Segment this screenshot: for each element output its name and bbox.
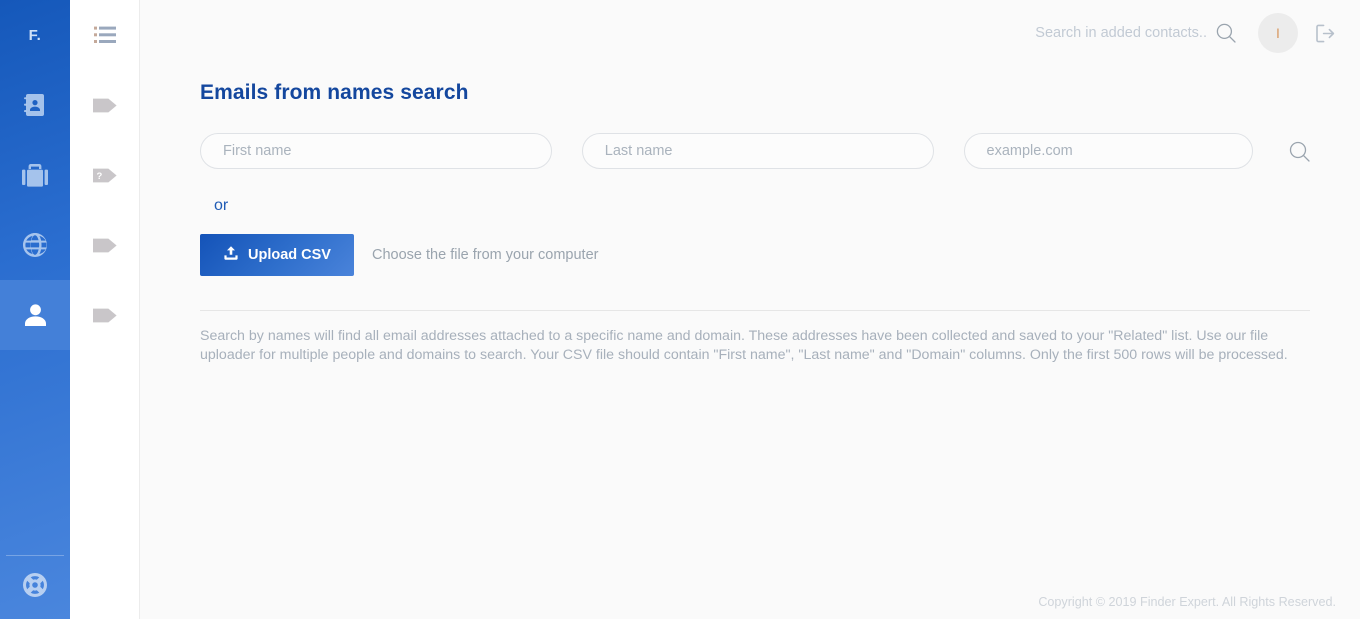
sidebar-item-companies[interactable]	[0, 140, 70, 210]
domain-input[interactable]	[963, 133, 1253, 169]
upload-icon	[223, 245, 239, 265]
search-icon[interactable]	[1216, 23, 1236, 43]
svg-text:?: ?	[96, 171, 102, 182]
upload-csv-label: Upload CSV	[248, 247, 331, 263]
sidebar-item-contacts[interactable]	[0, 70, 70, 140]
section-divider	[200, 310, 1310, 311]
last-name-input[interactable]	[581, 133, 934, 169]
footer: Copyright © 2019 Finder Expert. All Righ…	[140, 585, 1360, 619]
list-icon	[93, 26, 116, 44]
avatar-initial: I	[1276, 25, 1280, 41]
primary-sidebar: F.	[0, 0, 70, 619]
address-book-icon	[24, 93, 46, 117]
sidebar-item-support[interactable]	[0, 556, 70, 619]
top-bar: I	[140, 0, 1360, 66]
header-search	[1011, 23, 1236, 43]
search-input[interactable]	[1011, 25, 1207, 41]
upload-row: Upload CSV Choose the file from your com…	[200, 234, 1310, 276]
secondary-sidebar: ?	[70, 0, 140, 619]
upload-csv-button[interactable]: Upload CSV	[200, 234, 354, 276]
or-label: or	[214, 197, 229, 214]
main-area: I Emails from names search	[140, 0, 1360, 619]
tag-icon	[92, 97, 117, 114]
page-content: Emails from names search or	[140, 66, 1360, 585]
tag-item-4[interactable]	[70, 280, 139, 350]
tag-item-2[interactable]: ?	[70, 140, 139, 210]
tag-item-1[interactable]	[70, 70, 139, 140]
list-menu-button[interactable]	[70, 0, 139, 70]
logout-icon[interactable]	[1316, 24, 1335, 43]
name-search-form	[200, 133, 1310, 169]
description-text: Search by names will find all email addr…	[200, 328, 1288, 364]
search-submit-icon[interactable]	[1289, 141, 1310, 162]
tag-icon	[92, 237, 117, 254]
first-name-input[interactable]	[200, 133, 552, 169]
primary-sidebar-items	[0, 70, 70, 350]
copyright-text: Copyright © 2019 Finder Expert. All Righ…	[1038, 595, 1336, 609]
upload-hint: Choose the file from your computer	[372, 247, 599, 263]
tag-icon	[92, 307, 117, 324]
tag-item-3[interactable]	[70, 210, 139, 280]
page-title: Emails from names search	[200, 81, 469, 104]
app-root: F. ? Search in added contacts.. I Emails…	[0, 0, 1360, 619]
sidebar-item-people[interactable]	[0, 280, 70, 350]
briefcase-icon	[22, 163, 48, 187]
globe-icon	[23, 233, 47, 257]
app-logo[interactable]: F.	[0, 0, 70, 70]
person-icon	[24, 303, 47, 327]
avatar[interactable]: I	[1258, 13, 1298, 53]
tag-question-icon: ?	[92, 167, 117, 184]
lifebuoy-icon	[23, 573, 47, 602]
sidebar-item-domains[interactable]	[0, 210, 70, 280]
